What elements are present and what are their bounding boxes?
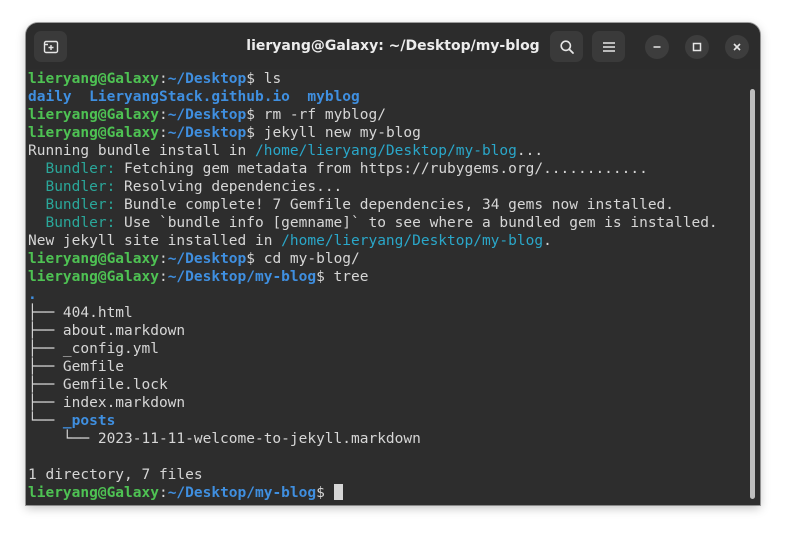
prompt-user-host: lieryang@Galaxy	[28, 269, 159, 285]
prompt-separator: :	[158, 107, 168, 123]
output-line: Running bundle install in /home/lieryang…	[28, 143, 544, 159]
ls-output: daily LieryangStack.github.io myblog	[28, 88, 748, 106]
tree-file: ├── 404.html	[28, 305, 133, 321]
minimize-icon	[653, 46, 661, 48]
terminal-window: lieryang@Galaxy: ~/Desktop/my-blog liery…	[26, 23, 760, 505]
tree-dir-name: _posts	[62, 413, 116, 429]
bundler-label: Bundler:	[28, 215, 116, 231]
search-icon	[559, 39, 574, 54]
prompt-path: ~/Desktop/my-blog	[167, 269, 317, 285]
command-text: cd my-blog/	[255, 251, 360, 267]
hamburger-menu-icon	[602, 41, 615, 52]
terminal-line: lieryang@Galaxy:~/Desktop/my-blog$ tree	[28, 268, 748, 286]
prompt-dollar: $	[316, 269, 325, 285]
prompt-user-host: lieryang@Galaxy	[28, 251, 159, 267]
prompt-dollar: $	[316, 485, 325, 501]
tree-file: ├── index.markdown	[28, 395, 186, 411]
tree-file: ├── Gemfile.lock	[28, 377, 168, 393]
prompt-user-host: lieryang@Galaxy	[28, 107, 159, 123]
prompt-path: ~/Desktop	[167, 71, 247, 87]
bundler-line: Bundler: Resolving dependencies...	[28, 179, 343, 195]
prompt-separator: :	[158, 269, 168, 285]
tree-dir: └── _posts	[28, 413, 116, 429]
terminal-line: lieryang@Galaxy:~/Desktop$ rm -rf myblog…	[28, 106, 748, 124]
prompt-separator: :	[158, 485, 168, 501]
menu-button[interactable]	[592, 31, 625, 62]
bundler-line: Bundler: Bundle complete! 7 Gemfile depe…	[28, 197, 675, 213]
search-button[interactable]	[550, 31, 583, 62]
new-tab-icon	[43, 40, 58, 53]
prompt-path: ~/Desktop	[167, 251, 247, 267]
terminal-line: lieryang@Galaxy:~/Desktop$ jekyll new my…	[28, 124, 748, 142]
bundler-line: Bundler: Fetching gem metadata from http…	[28, 161, 648, 177]
output-line: New jekyll site installed in /home/liery…	[28, 233, 552, 249]
ls-item: myblog	[307, 89, 360, 105]
ls-item: daily	[28, 89, 72, 105]
command-text: jekyll new my-blog	[255, 125, 421, 141]
prompt-path: ~/Desktop	[167, 107, 247, 123]
path-text: /home/lieryang/Desktop/my-blog	[281, 233, 544, 249]
maximize-icon	[692, 42, 702, 52]
prompt-dollar: $	[246, 251, 255, 267]
prompt-user-host: lieryang@Galaxy	[28, 125, 159, 141]
prompt-path: ~/Desktop/my-blog	[167, 485, 317, 501]
tree-root: .	[28, 287, 37, 303]
prompt-path: ~/Desktop	[167, 125, 247, 141]
terminal-line[interactable]: lieryang@Galaxy:~/Desktop/my-blog$	[28, 484, 748, 502]
prompt-dollar: $	[246, 107, 255, 123]
terminal-output[interactable]: lieryang@Galaxy:~/Desktop$ ls daily Lier…	[26, 69, 760, 505]
prompt-separator: :	[158, 251, 168, 267]
prompt-separator: :	[158, 125, 168, 141]
new-tab-button[interactable]	[34, 31, 67, 62]
prompt-separator: :	[158, 71, 168, 87]
bundler-label: Bundler:	[28, 179, 116, 195]
maximize-button[interactable]	[685, 35, 709, 59]
minimize-button[interactable]	[645, 35, 669, 59]
bundler-label: Bundler:	[28, 197, 116, 213]
bundler-line: Bundler: Use `bundle info [gemname]` to …	[28, 215, 718, 231]
command-text: ls	[255, 71, 282, 87]
terminal-cursor	[333, 484, 343, 500]
title-bar[interactable]: lieryang@Galaxy: ~/Desktop/my-blog	[26, 23, 760, 69]
path-text: /home/lieryang/Desktop/my-blog	[254, 143, 517, 159]
scrollbar[interactable]	[750, 89, 755, 499]
close-icon	[733, 43, 741, 51]
terminal-line: lieryang@Galaxy:~/Desktop$ cd my-blog/	[28, 250, 748, 268]
ls-item: LieryangStack.github.io	[89, 89, 290, 105]
tree-file: ├── Gemfile	[28, 359, 125, 375]
tree-file: ├── about.markdown	[28, 323, 186, 339]
terminal-line: lieryang@Galaxy:~/Desktop$ ls	[28, 70, 748, 88]
prompt-dollar: $	[246, 125, 255, 141]
close-button[interactable]	[725, 35, 749, 59]
bundler-label: Bundler:	[28, 161, 116, 177]
tree-file: ├── _config.yml	[28, 341, 159, 357]
prompt-user-host: lieryang@Galaxy	[28, 485, 159, 501]
tree-summary: 1 directory, 7 files	[28, 467, 203, 483]
command-text: rm -rf myblog/	[255, 107, 386, 123]
prompt-dollar: $	[246, 71, 255, 87]
tree-file: └── 2023-11-11-welcome-to-jekyll.markdow…	[28, 431, 421, 447]
prompt-user-host: lieryang@Galaxy	[28, 71, 159, 87]
command-text: tree	[324, 269, 369, 285]
